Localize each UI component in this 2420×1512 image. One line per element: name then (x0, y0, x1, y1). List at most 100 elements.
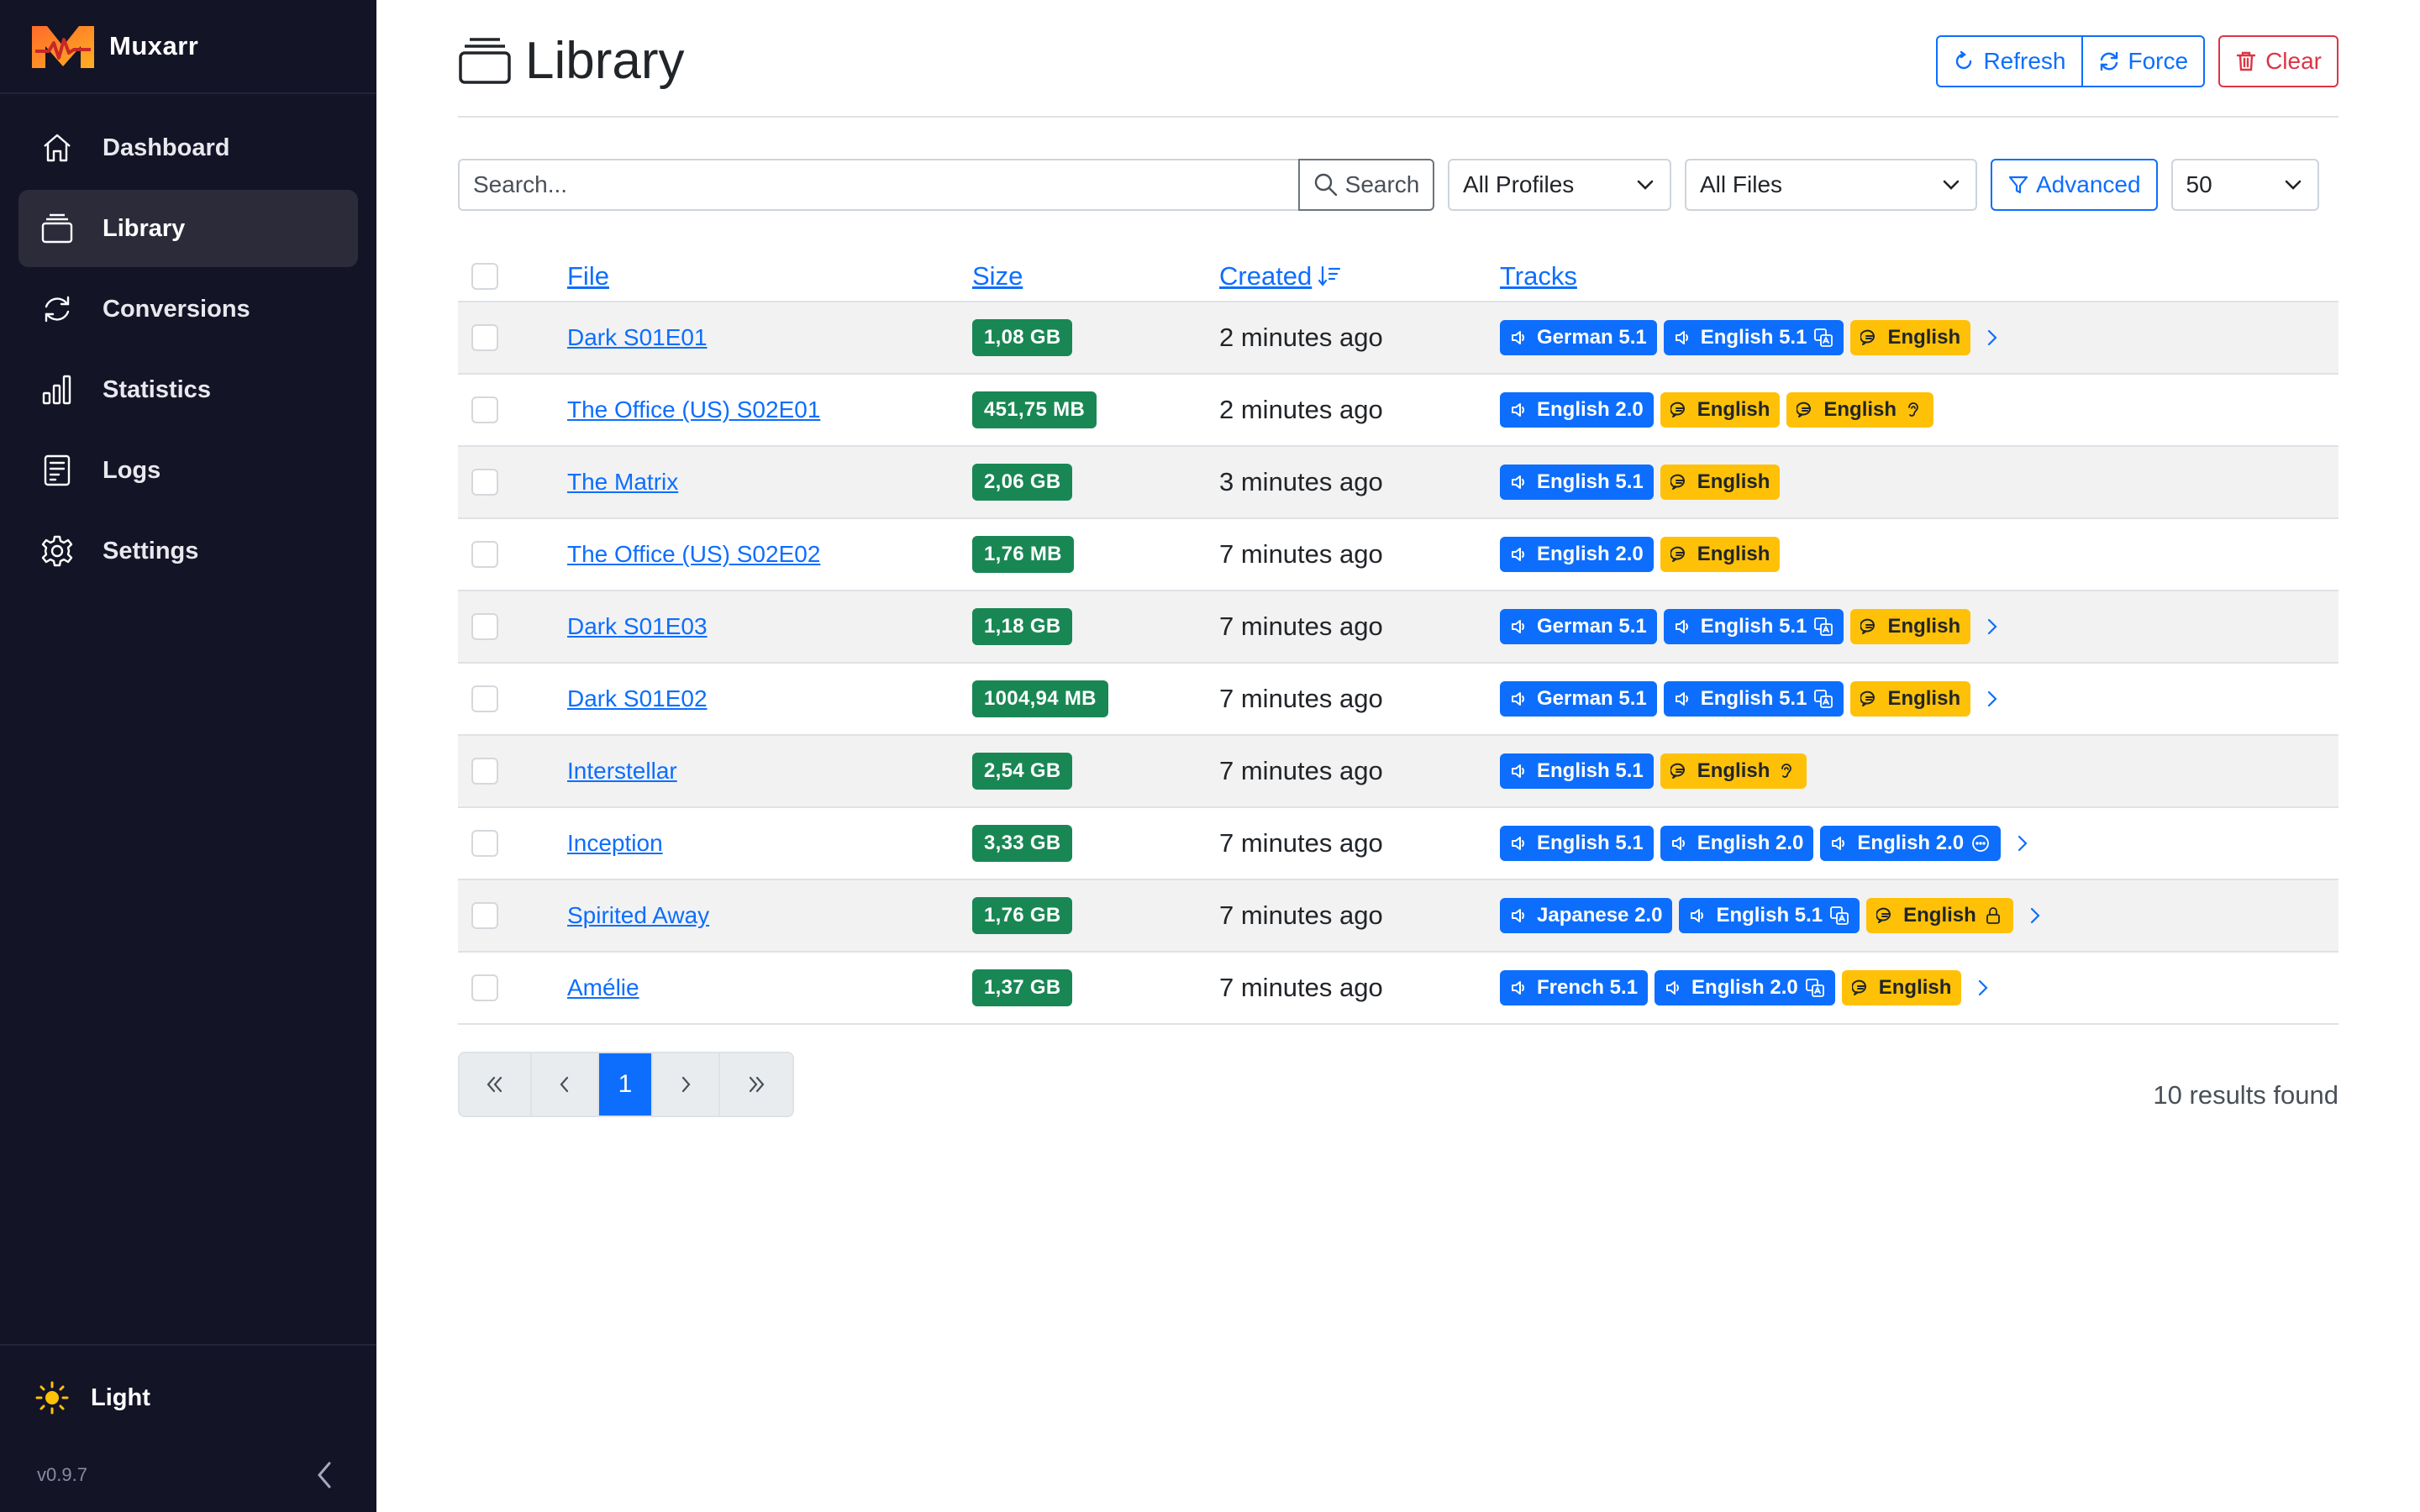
subtitle-track-badge: English (1660, 537, 1781, 572)
created-time: 7 minutes ago (1219, 900, 1383, 930)
file-link[interactable]: Dark S01E02 (567, 685, 708, 711)
speaker-icon (1512, 331, 1524, 344)
tracks-cell: English 5.1 English (1500, 465, 2338, 500)
file-link[interactable]: Spirited Away (567, 902, 709, 928)
title-wrap: Library (458, 31, 685, 91)
row-checkbox[interactable] (471, 469, 498, 496)
row-checkbox[interactable] (471, 830, 498, 857)
advanced-filter-button[interactable]: Advanced (1991, 159, 2158, 211)
chevron-right-icon[interactable] (1982, 326, 2002, 349)
muxarr-logo-icon (32, 26, 94, 68)
theme-toggle[interactable]: Light (0, 1346, 376, 1450)
file-link[interactable]: The Office (US) S02E02 (567, 541, 820, 567)
sort-tracks-header[interactable]: Tracks (1500, 261, 1577, 291)
chevron-right-icon[interactable] (1982, 687, 2002, 711)
force-label: Force (2128, 48, 2189, 74)
audio-track-badge: English 2.0 (1655, 970, 1835, 1005)
row-checkbox[interactable] (471, 758, 498, 785)
speaker-icon (1675, 692, 1688, 706)
select-all-checkbox[interactable] (471, 263, 498, 290)
file-link[interactable]: Interstellar (567, 758, 677, 784)
brand[interactable]: Muxarr (0, 0, 376, 94)
chevron-right-icon[interactable] (2012, 832, 2033, 855)
search-input[interactable] (458, 159, 1298, 211)
file-link[interactable]: The Office (US) S02E01 (567, 396, 820, 423)
page-title: Library (525, 31, 685, 90)
sidebar-item-dashboard[interactable]: Dashboard (18, 109, 358, 186)
chevron-right-icon[interactable] (2025, 904, 2045, 927)
sidebar-item-library[interactable]: Library (18, 190, 358, 267)
row-checkbox[interactable] (471, 396, 498, 423)
file-link[interactable]: The Matrix (567, 469, 678, 495)
file-filter-value: All Files (1700, 171, 1783, 197)
track-label: English 2.0 (1697, 832, 1804, 854)
clear-button[interactable]: Clear (2218, 35, 2338, 87)
track-label: English 5.1 (1537, 832, 1644, 854)
sidebar-nav: Dashboard Library Conversions Statistics… (0, 109, 376, 590)
file-filter-select[interactable]: All Files (1685, 159, 1977, 211)
next-page-button[interactable] (653, 1053, 720, 1116)
last-page-button[interactable] (720, 1053, 792, 1116)
tracks-cell: German 5.1 English 5.1 English (1500, 609, 2338, 644)
file-link[interactable]: Dark S01E01 (567, 324, 708, 350)
main-content: Library Refresh Force Clear Search... Se… (458, 0, 2338, 1117)
refresh-button[interactable]: Refresh (1936, 35, 2083, 87)
row-checkbox[interactable] (471, 974, 498, 1001)
subtitle-track-badge: English (1660, 392, 1781, 428)
tracks-cell: English 5.1 English (1500, 753, 2338, 789)
chevron-right-icon[interactable] (1982, 615, 2002, 638)
row-checkbox[interactable] (471, 324, 498, 351)
row-checkbox[interactable] (471, 902, 498, 929)
file-link[interactable]: Dark S01E03 (567, 613, 708, 639)
gear-icon (41, 535, 73, 567)
sidebar-item-label: Conversions (103, 295, 250, 323)
speaker-icon (1512, 909, 1524, 922)
profile-filter-select[interactable]: All Profiles (1448, 159, 1671, 211)
track-label: English 2.0 (1691, 976, 1798, 999)
created-time: 2 minutes ago (1219, 323, 1383, 352)
search-button[interactable]: Search (1298, 159, 1434, 211)
file-link[interactable]: Inception (567, 830, 663, 856)
track-label: English (1697, 759, 1770, 782)
chevron-down-icon (1637, 180, 1654, 190)
created-time: 7 minutes ago (1219, 756, 1383, 785)
speaker-icon (1512, 403, 1524, 417)
bar-chart-icon (42, 375, 71, 405)
row-checkbox[interactable] (471, 613, 498, 640)
home-icon (44, 134, 71, 162)
prev-page-button[interactable] (532, 1053, 599, 1116)
track-label: English (1878, 976, 1952, 999)
tracks-cell: German 5.1 English 5.1 English (1500, 320, 2338, 355)
sort-created-header[interactable]: Created (1219, 261, 1342, 291)
track-label: English (1887, 326, 1961, 349)
library-icon (459, 38, 511, 84)
sidebar-item-conversions[interactable]: Conversions (18, 270, 358, 348)
sort-size-header[interactable]: Size (972, 261, 1023, 291)
subtitle-icon (1670, 546, 1685, 562)
sync-icon (2100, 51, 2118, 71)
table-row: Dark S01E03 1,18 GB 7 minutes ago German 5.… (458, 591, 2338, 664)
size-badge: 451,75 MB (972, 391, 1097, 428)
file-link[interactable]: Amélie (567, 974, 639, 1000)
force-button[interactable]: Force (2081, 35, 2206, 87)
created-time: 3 minutes ago (1219, 467, 1383, 496)
advanced-label: Advanced (2036, 171, 2141, 197)
page-size-select[interactable]: 50 (2170, 159, 2319, 211)
sidebar-item-settings[interactable]: Settings (18, 512, 358, 590)
track-label: English 2.0 (1537, 543, 1644, 565)
first-page-button[interactable] (460, 1053, 532, 1116)
audio-track-badge: English 5.1 (1663, 681, 1844, 717)
sidebar-item-statistics[interactable]: Statistics (18, 351, 358, 428)
page-button-current[interactable]: 1 (599, 1053, 653, 1116)
row-checkbox[interactable] (471, 541, 498, 568)
sort-file-header[interactable]: File (567, 261, 609, 291)
speaker-icon (1666, 981, 1680, 995)
chevron-right-icon[interactable] (1973, 976, 1993, 1000)
audio-track-badge: English 2.0 (1820, 826, 2002, 861)
chevrons-right-icon (749, 1076, 765, 1093)
sidebar-item-logs[interactable]: Logs (18, 432, 358, 509)
chevron-left-icon[interactable] (313, 1460, 338, 1490)
library-table: File Size Created Tracks Dark S01E01 1,08… (458, 252, 2338, 1025)
row-checkbox[interactable] (471, 685, 498, 712)
track-label: German 5.1 (1537, 687, 1647, 710)
